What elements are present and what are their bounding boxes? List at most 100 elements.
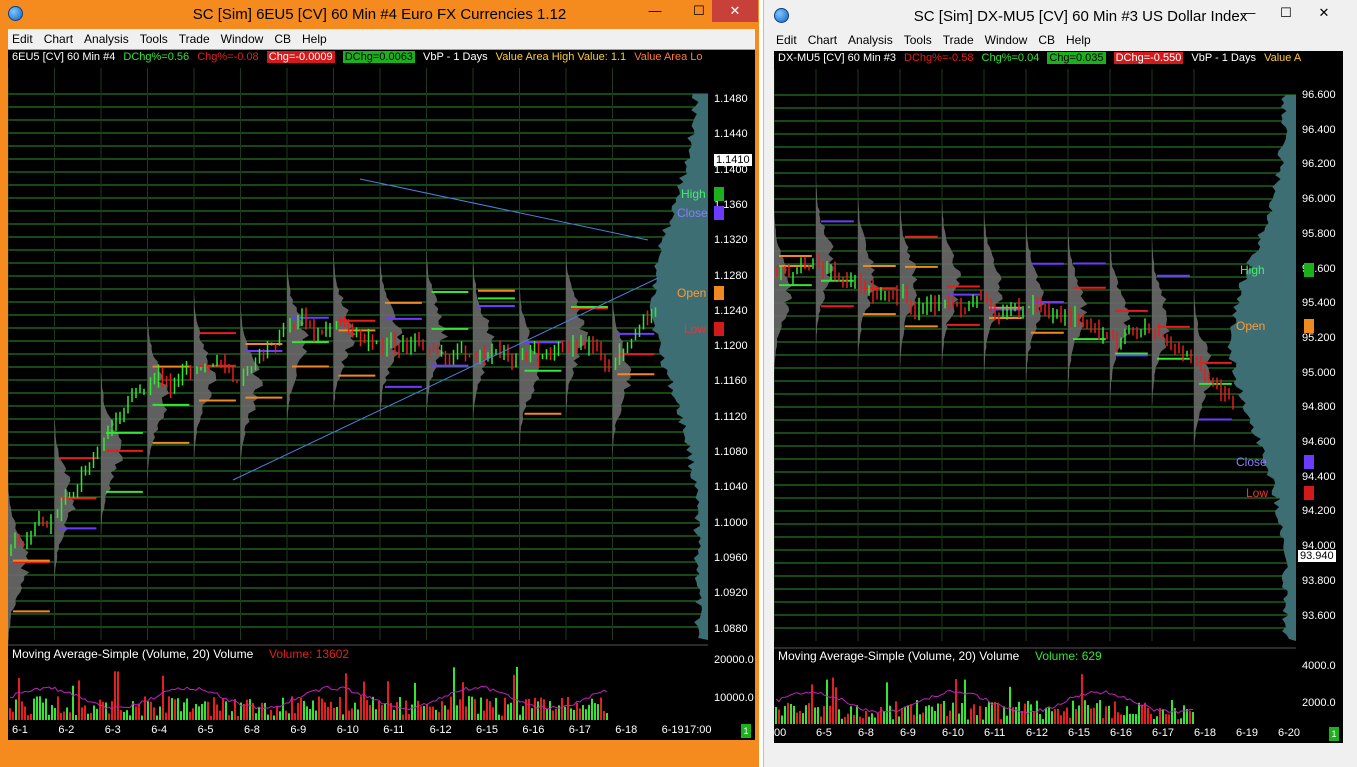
date-tick-label: 6-11 — [383, 724, 405, 736]
price-tick-label: 1.1480 — [714, 93, 748, 105]
menu-tools[interactable]: Tools — [900, 33, 939, 47]
last-price-box: 1.1410 — [714, 154, 752, 166]
menu-edit[interactable]: Edit — [8, 32, 40, 46]
date-tick-label: 6-16 — [522, 724, 545, 736]
date-tick-label: 00 — [774, 727, 787, 739]
date-tick-label: 6-10 — [336, 724, 359, 736]
close-marker — [714, 206, 724, 220]
menu-trade[interactable]: Trade — [175, 32, 217, 46]
close-label: Close — [677, 206, 708, 220]
high-marker — [1304, 263, 1314, 277]
daily-volume-profile — [426, 252, 449, 413]
volume-tick-10000: 10000.0 — [714, 692, 754, 704]
price-tick-label: 96.000 — [1302, 193, 1336, 206]
page-indicator[interactable]: 1 — [741, 724, 751, 738]
price-tick-label: 94.800 — [1302, 401, 1336, 414]
price-tick-label: 96.400 — [1302, 123, 1336, 136]
volume-tick-4000: 4000.0 — [1302, 660, 1336, 672]
dollar-index-chart-window: SC [Sim] DX-MU5 [CV] 60 Min #3 US Dollar… — [763, 0, 1357, 767]
menu-analysis[interactable]: Analysis — [80, 32, 136, 46]
open-marker — [714, 286, 724, 300]
menu-chart[interactable]: Chart — [804, 33, 844, 47]
menu-window[interactable]: Window — [981, 33, 1035, 47]
volume-value: Volume: 629 — [1035, 649, 1102, 663]
date-tick-label: 6-19 — [661, 724, 684, 736]
chart-canvas[interactable] — [8, 50, 755, 740]
maximize-icon[interactable]: ☐ — [1271, 2, 1301, 24]
date-tick-label: 6-5 — [816, 727, 832, 739]
price-tick-label: 1.1160 — [714, 375, 747, 388]
price-tick-label: 95.800 — [1302, 227, 1336, 240]
price-tick-label: 1.1280 — [714, 269, 748, 282]
low-label: Low — [684, 322, 707, 336]
menu-chart[interactable]: Chart — [40, 32, 80, 46]
price-chart[interactable]: DX-MU5 [CV] 60 Min #3 DChg%=-0.58 Chg%=0… — [774, 51, 1343, 743]
price-tick-label: 94.400 — [1302, 470, 1336, 483]
date-tick-label: 6-8 — [858, 727, 874, 739]
date-tick-label: 6-15 — [476, 724, 499, 736]
menu-edit[interactable]: Edit — [772, 33, 804, 47]
open-marker — [1304, 319, 1314, 333]
last-price-box: 93.940 — [1298, 550, 1336, 562]
menu-help[interactable]: Help — [1062, 33, 1098, 47]
price-tick-label: 95.400 — [1302, 297, 1336, 310]
title-bar[interactable]: SC [Sim] DX-MU5 [CV] 60 Min #3 US Dollar… — [764, 0, 1357, 28]
price-tick-label: 94.200 — [1302, 505, 1336, 518]
date-tick-label: 6-10 — [942, 727, 965, 739]
chg-pct: Chg%=-0.08 — [197, 51, 259, 63]
dchg-pct: DChg%=-0.58 — [904, 52, 974, 64]
date-tick-label: 6-15 — [1068, 727, 1091, 739]
page-indicator[interactable]: 1 — [1329, 727, 1339, 741]
title-bar[interactable]: SC [Sim] 6EU5 [CV] 60 Min #4 Euro FX Cur… — [0, 0, 759, 28]
price-tick-label: 93.800 — [1302, 574, 1336, 587]
date-tick-label: 6-3 — [104, 724, 121, 736]
daily-volume-profile — [1152, 243, 1170, 404]
value-area-high: Value Area High Value: 1.1 — [495, 51, 627, 63]
date-tick-label: 6-19 — [1236, 727, 1259, 739]
symbol-label: DX-MU5 [CV] 60 Min #3 — [778, 52, 896, 64]
menu-tools[interactable]: Tools — [136, 32, 175, 46]
vbp-label: VbP - 1 Days — [423, 51, 488, 63]
chart-canvas[interactable] — [774, 51, 1343, 743]
volume-study-title: Moving Average-Simple (Volume, 20) Volum… — [12, 647, 254, 661]
date-tick-label: 6-1 — [12, 724, 28, 736]
daily-volume-profile — [8, 484, 30, 645]
chg-value: Chg=0.035 — [1047, 52, 1106, 64]
close-icon[interactable]: ✕ — [712, 0, 758, 22]
vbp-label: VbP - 1 Days — [1191, 52, 1256, 64]
price-tick-label: 96.600 — [1302, 89, 1336, 101]
daily-volume-profile — [900, 203, 918, 364]
time-label: 17:00 — [684, 724, 712, 736]
composite-volume-profile — [1227, 95, 1296, 641]
date-tick-label: 6-8 — [244, 724, 260, 736]
price-tick-label: 1.1040 — [714, 481, 748, 494]
date-tick-label: 6-5 — [197, 724, 214, 736]
price-tick-label: 1.0920 — [714, 587, 748, 600]
maximize-icon[interactable]: ☐ — [684, 0, 714, 22]
menu-window[interactable]: Window — [217, 32, 271, 46]
open-label: Open — [1236, 319, 1266, 333]
date-tick-label: 6-17 — [1152, 727, 1175, 739]
menu-help[interactable]: Help — [298, 32, 334, 46]
price-chart[interactable]: 6EU5 [CV] 60 Min #4 DChg%=0.56 Chg%=-0.0… — [8, 50, 755, 740]
date-tick-label: 6-18 — [615, 724, 638, 736]
euro-fx-chart-window: SC [Sim] 6EU5 [CV] 60 Min #4 Euro FX Cur… — [0, 0, 759, 767]
volume-value: Volume: 13602 — [269, 647, 350, 661]
menu-cb[interactable]: CB — [270, 32, 298, 46]
minimize-icon[interactable]: — — [1234, 2, 1264, 24]
menu-analysis[interactable]: Analysis — [844, 33, 900, 47]
chg-pct: Chg%=0.04 — [981, 52, 1040, 64]
price-tick-label: 1.1000 — [714, 516, 748, 529]
daily-volume-profile — [984, 211, 1003, 372]
dchg-value: DChg=-0.550 — [1113, 52, 1184, 64]
price-tick-label: 94.600 — [1302, 436, 1336, 448]
price-tick-label: 1.1440 — [714, 128, 748, 141]
close-icon[interactable]: ✕ — [1309, 2, 1339, 24]
minimize-icon[interactable]: — — [640, 0, 670, 22]
app-globe-icon — [774, 8, 789, 23]
menu-cb[interactable]: CB — [1034, 33, 1062, 47]
low-label: Low — [1246, 486, 1269, 500]
menu-trade[interactable]: Trade — [939, 33, 981, 47]
daily-volume-profile — [942, 203, 962, 364]
price-tick-label: 1.1200 — [714, 340, 748, 353]
